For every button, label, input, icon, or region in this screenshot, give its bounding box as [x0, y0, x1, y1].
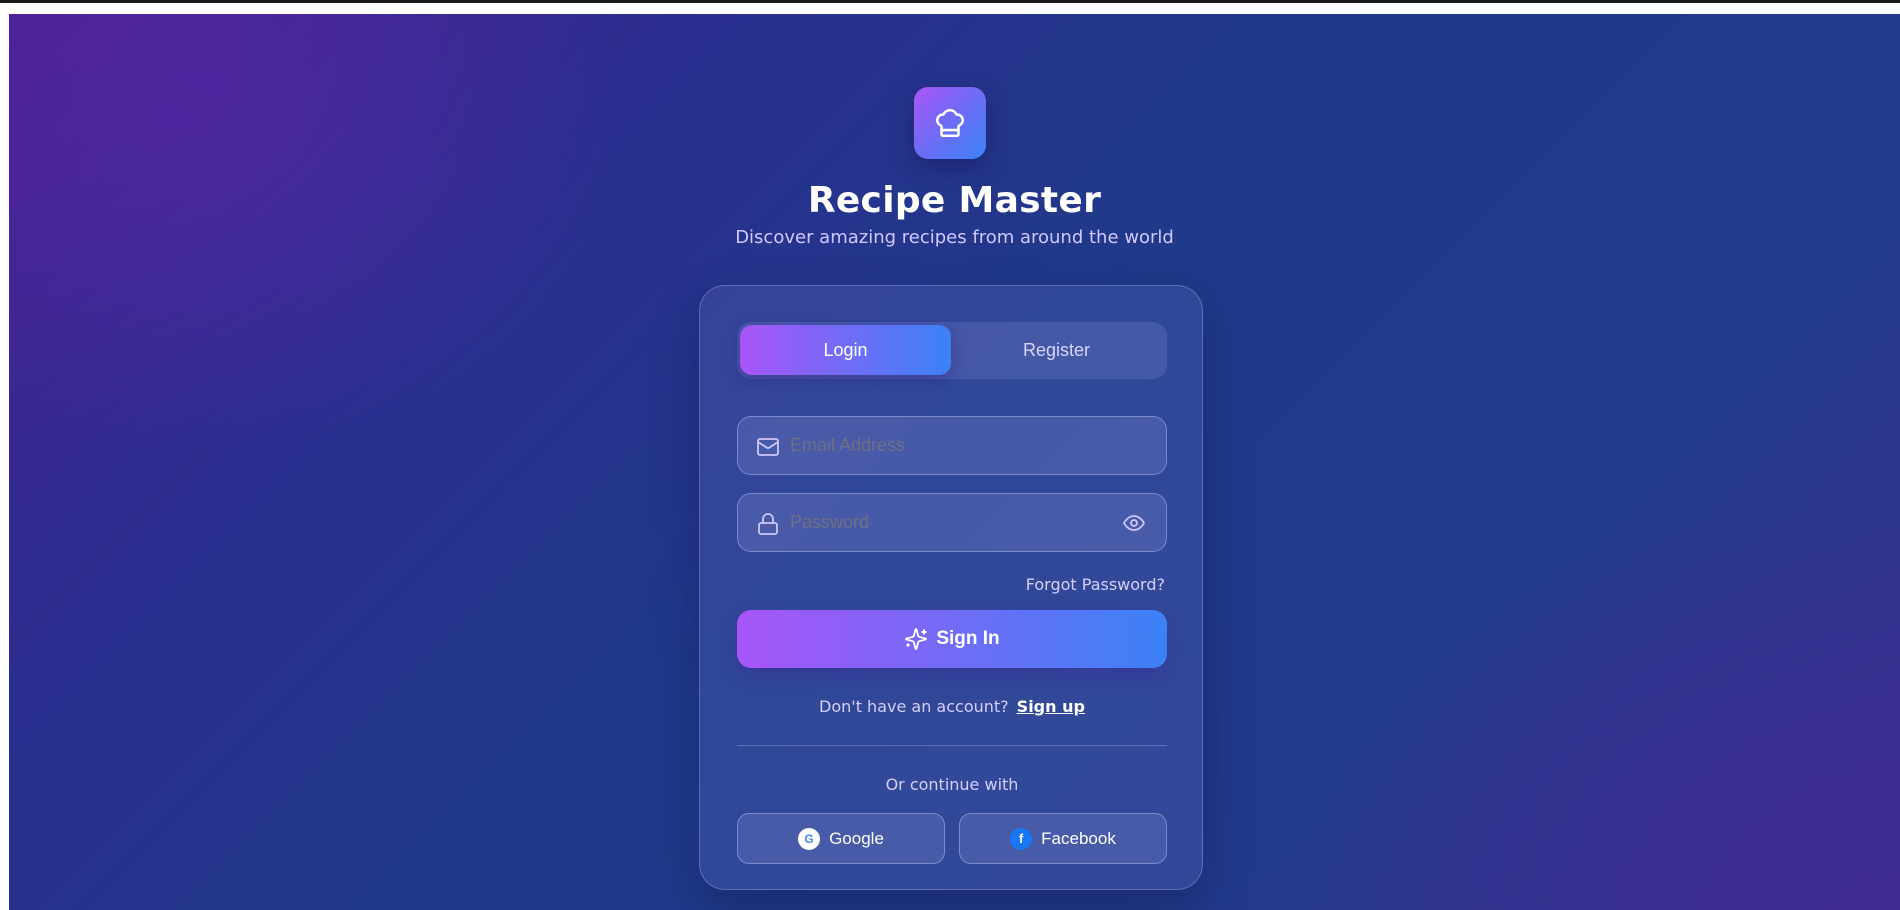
password-field	[737, 493, 1167, 552]
google-icon: G	[798, 827, 821, 850]
auth-card: Login Register Email Address Forgot Pass…	[699, 285, 1203, 890]
no-account-row: Don't have an account? Sign up	[700, 697, 1204, 716]
forgot-password-link[interactable]: Forgot Password?	[1026, 575, 1165, 594]
app-subtitle: Discover amazing recipes from around the…	[735, 227, 1174, 248]
google-label: Google	[829, 828, 884, 848]
lock-icon	[758, 513, 778, 535]
browser-frame: Recipe Master Discover amazing recipes f…	[0, 0, 1900, 910]
chef-hat-icon	[936, 108, 964, 138]
google-button[interactable]: G Google	[737, 813, 945, 864]
app-logo	[914, 87, 986, 159]
tab-register[interactable]: Register	[951, 325, 1162, 375]
password-input[interactable]	[790, 494, 1120, 551]
mail-icon	[757, 438, 779, 456]
sign-up-link[interactable]: Sign up	[1017, 697, 1085, 716]
sparkles-icon	[905, 628, 928, 650]
app-title: Recipe Master	[807, 180, 1102, 221]
auth-tabs: Login Register	[737, 322, 1167, 379]
page-background: Recipe Master Discover amazing recipes f…	[9, 14, 1900, 910]
email-input[interactable]	[790, 417, 1120, 474]
sign-in-button[interactable]: Sign In	[737, 610, 1167, 668]
eye-icon[interactable]	[1122, 511, 1146, 535]
or-continue-text: Or continue with	[885, 775, 1019, 794]
no-account-text: Don't have an account?	[819, 697, 1009, 716]
sign-in-label: Sign In	[936, 628, 1000, 649]
email-field	[737, 416, 1167, 475]
facebook-icon: f	[1010, 827, 1033, 850]
tab-login[interactable]: Login	[740, 325, 951, 375]
divider	[737, 745, 1167, 746]
facebook-label: Facebook	[1041, 828, 1116, 848]
facebook-button[interactable]: f Facebook	[959, 813, 1167, 864]
